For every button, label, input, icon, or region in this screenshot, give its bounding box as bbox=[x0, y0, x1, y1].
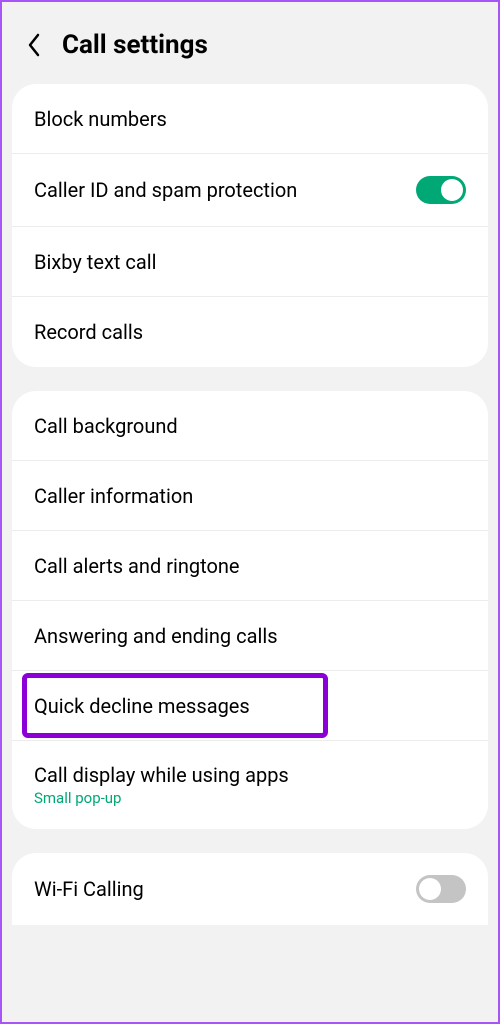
item-label: Block numbers bbox=[34, 107, 167, 131]
item-text: Call display while using apps Small pop-… bbox=[34, 763, 289, 807]
toggle-knob bbox=[419, 878, 441, 900]
item-label: Wi-Fi Calling bbox=[34, 877, 144, 901]
toggle-wifi-calling[interactable] bbox=[416, 875, 466, 903]
section-3: Wi-Fi Calling bbox=[12, 853, 488, 925]
item-caller-information[interactable]: Caller information bbox=[12, 461, 488, 531]
section-2: Call background Caller information Call … bbox=[12, 391, 488, 829]
item-answering-ending-calls[interactable]: Answering and ending calls bbox=[12, 601, 488, 671]
item-quick-decline-messages[interactable]: Quick decline messages bbox=[12, 671, 488, 741]
item-call-display-apps[interactable]: Call display while using apps Small pop-… bbox=[12, 741, 488, 829]
item-bixby-text-call[interactable]: Bixby text call bbox=[12, 227, 488, 297]
section-1: Block numbers Caller ID and spam protect… bbox=[12, 84, 488, 367]
item-call-alerts-ringtone[interactable]: Call alerts and ringtone bbox=[12, 531, 488, 601]
item-wifi-calling[interactable]: Wi-Fi Calling bbox=[12, 853, 488, 925]
toggle-knob bbox=[441, 179, 463, 201]
item-label: Call alerts and ringtone bbox=[34, 554, 240, 578]
item-sublabel: Small pop-up bbox=[34, 789, 289, 807]
back-icon[interactable] bbox=[24, 35, 44, 55]
item-label: Caller information bbox=[34, 484, 193, 508]
item-caller-id-spam[interactable]: Caller ID and spam protection bbox=[12, 154, 488, 227]
item-block-numbers[interactable]: Block numbers bbox=[12, 84, 488, 154]
item-label: Bixby text call bbox=[34, 250, 156, 274]
page-title: Call settings bbox=[62, 30, 208, 60]
item-label: Record calls bbox=[34, 320, 143, 344]
item-label: Call background bbox=[34, 414, 178, 438]
item-label: Answering and ending calls bbox=[34, 624, 278, 648]
item-call-background[interactable]: Call background bbox=[12, 391, 488, 461]
header: Call settings bbox=[2, 2, 498, 84]
item-label: Call display while using apps bbox=[34, 763, 289, 787]
item-label: Quick decline messages bbox=[34, 694, 250, 718]
toggle-caller-id[interactable] bbox=[416, 176, 466, 204]
item-record-calls[interactable]: Record calls bbox=[12, 297, 488, 367]
item-label: Caller ID and spam protection bbox=[34, 178, 297, 202]
